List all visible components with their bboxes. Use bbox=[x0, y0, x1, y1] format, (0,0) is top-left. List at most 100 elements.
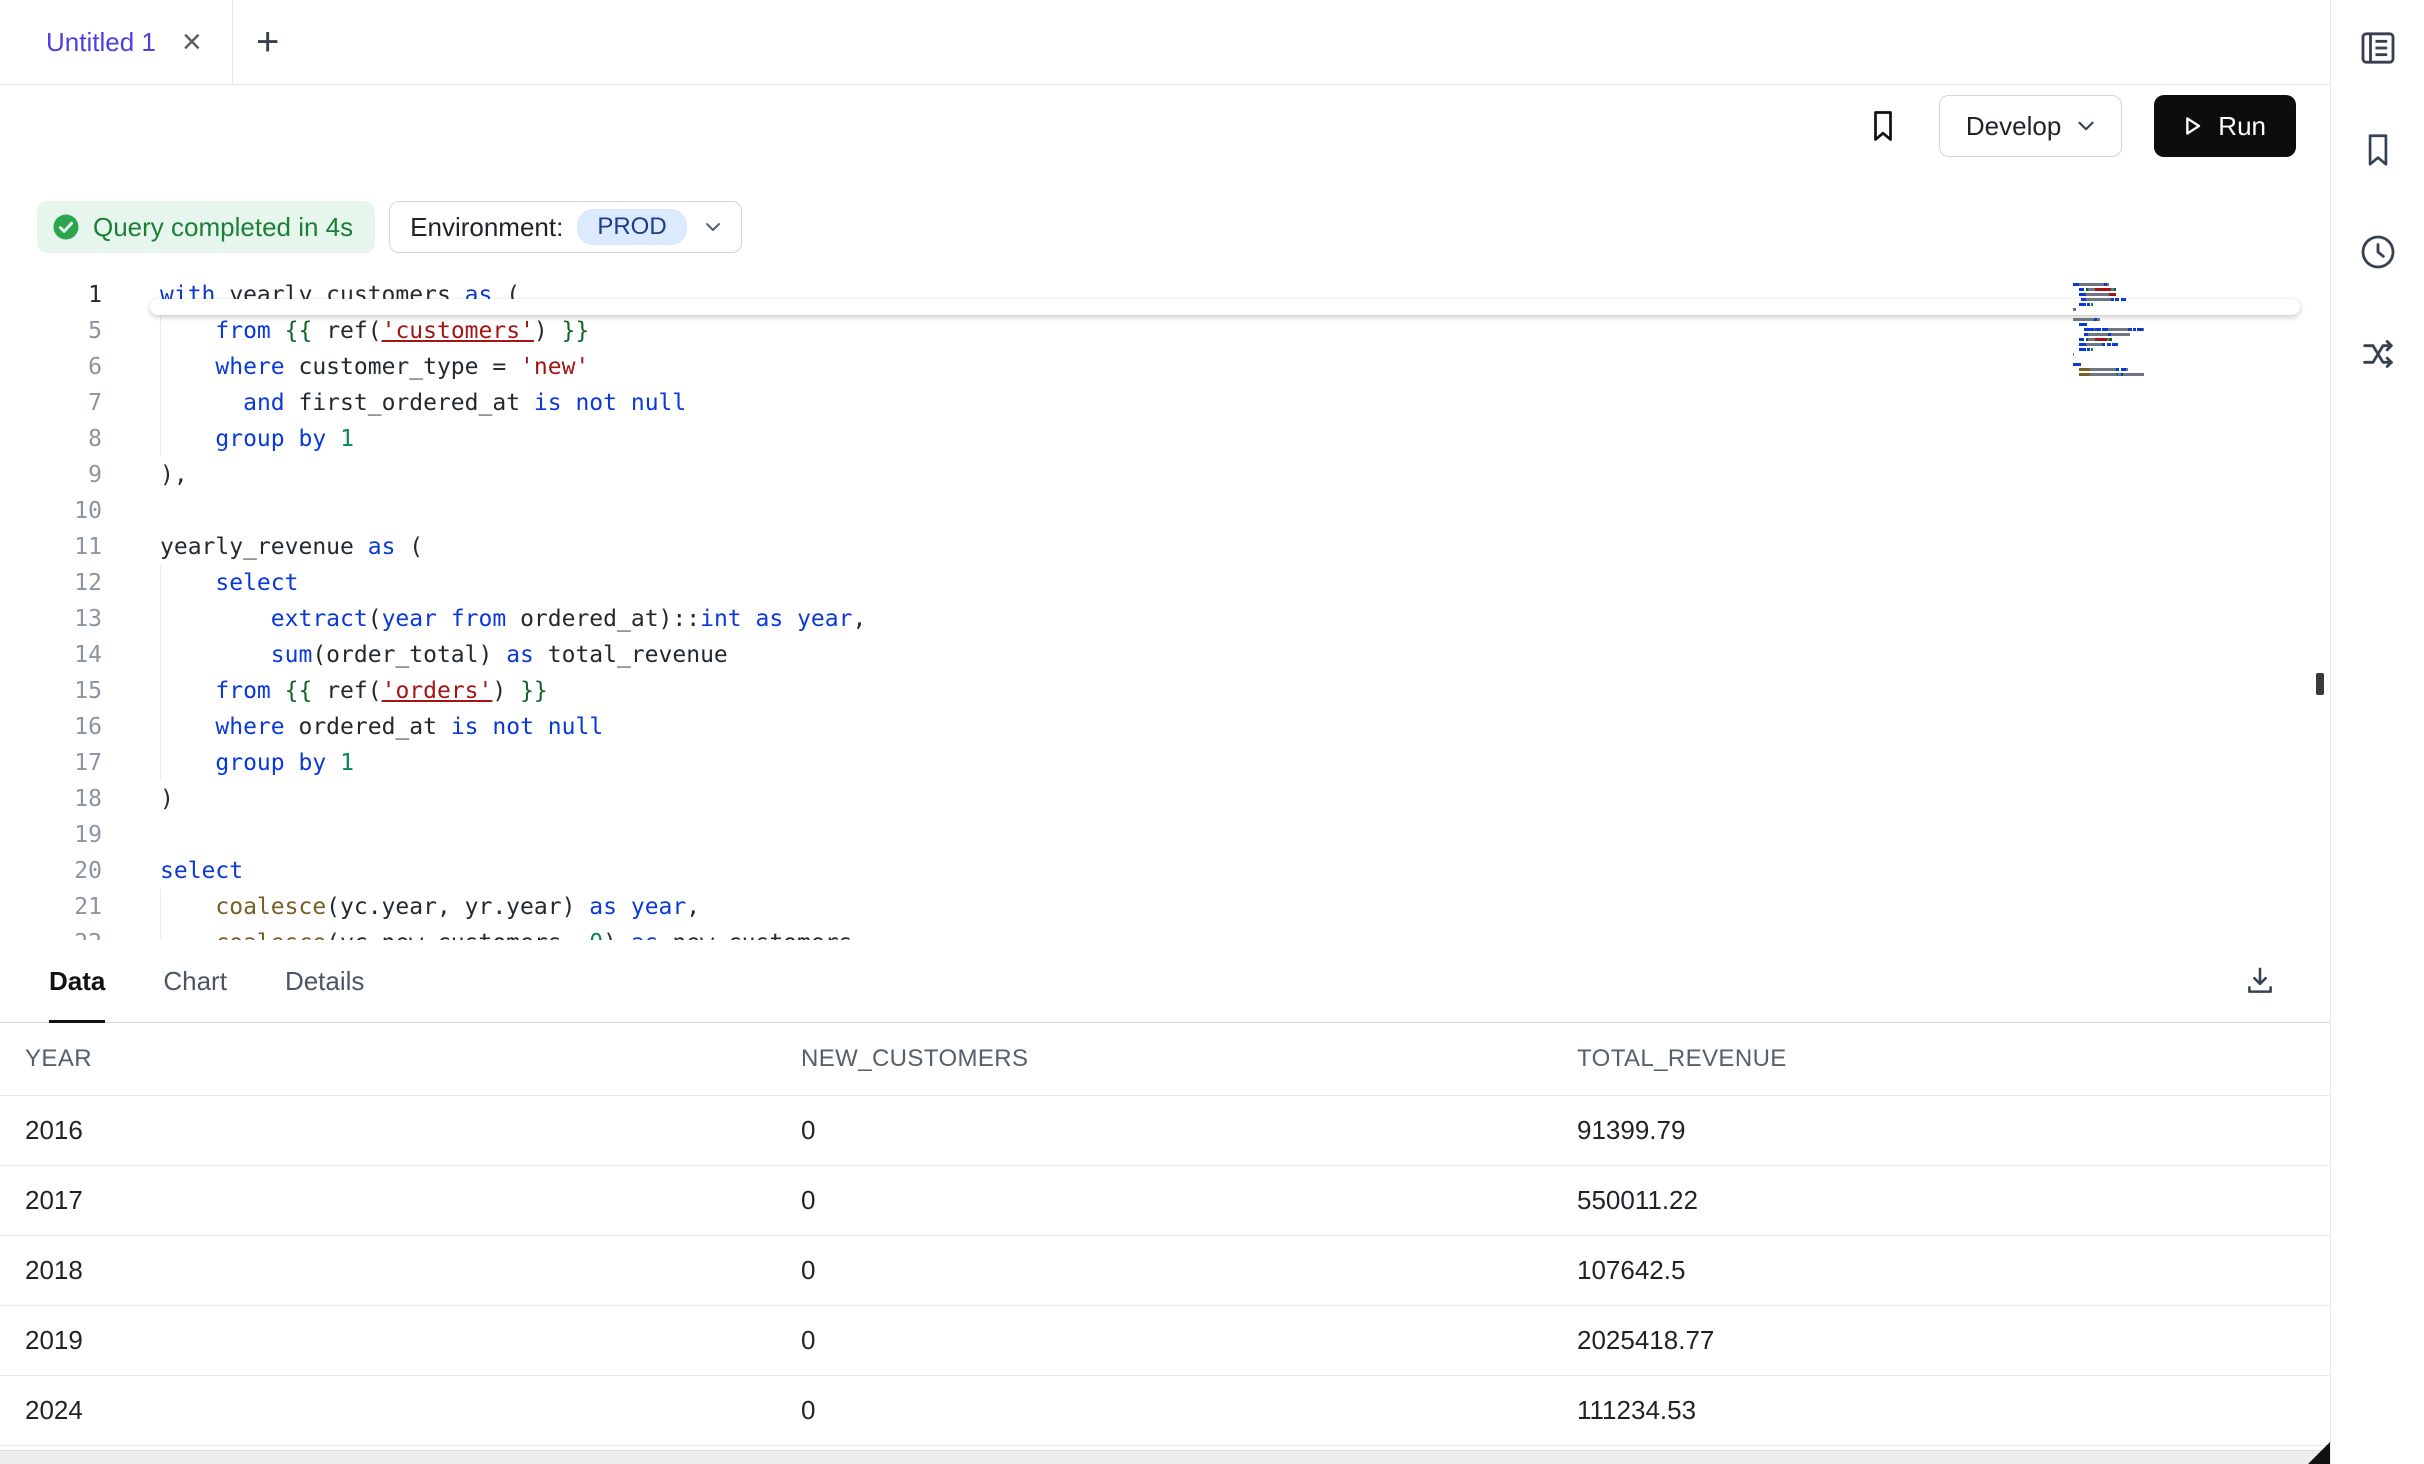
chevron-down-icon bbox=[701, 215, 725, 239]
column-header[interactable]: TOTAL_REVENUE bbox=[1577, 1045, 2330, 1073]
code-text: select bbox=[160, 565, 298, 601]
code-line[interactable]: 6 where customer_type = 'new' bbox=[0, 349, 2330, 385]
environment-value-badge: PROD bbox=[577, 209, 686, 245]
file-outline-button[interactable] bbox=[2356, 26, 2400, 70]
run-label: Run bbox=[2218, 111, 2266, 142]
line-number: 16 bbox=[0, 709, 102, 745]
result-tabs: Data Chart Details bbox=[0, 940, 2330, 1023]
results-panel: Data Chart Details YEARNEW_CUSTOMERSTOTAL_… bbox=[0, 940, 2330, 1464]
code-line[interactable]: 7 and first_ordered_at is not null bbox=[0, 385, 2330, 421]
code-line[interactable]: 9), bbox=[0, 457, 2330, 493]
code-line[interactable]: 8 group by 1 bbox=[0, 421, 2330, 457]
tab-chart[interactable]: Chart bbox=[163, 940, 227, 1022]
line-number: 15 bbox=[0, 673, 102, 709]
table-cell: 0 bbox=[801, 1325, 1577, 1356]
right-sidebar bbox=[2330, 0, 2424, 1464]
tab-data[interactable]: Data bbox=[49, 940, 105, 1022]
line-number: 20 bbox=[0, 853, 102, 889]
table-row[interactable]: 20240111234.53 bbox=[0, 1376, 2330, 1446]
code-text: coalesce(yc.new_customers, 0) as new_cus… bbox=[160, 925, 866, 941]
play-icon bbox=[2178, 112, 2206, 140]
editor-scrollbar-thumb[interactable] bbox=[2316, 673, 2324, 695]
table-row[interactable]: 2016091399.79 bbox=[0, 1096, 2330, 1166]
code-line[interactable]: 11yearly_revenue as ( bbox=[0, 529, 2330, 565]
run-button[interactable]: Run bbox=[2154, 95, 2296, 157]
close-icon[interactable]: × bbox=[182, 25, 202, 59]
code-text: extract(year from ordered_at)::int as ye… bbox=[160, 601, 866, 637]
table-cell: 2016 bbox=[25, 1115, 801, 1146]
download-results-button[interactable] bbox=[2236, 957, 2284, 1005]
resize-handle[interactable] bbox=[2308, 1442, 2330, 1464]
results-table-body: 2016091399.7920170550011.2220180107642.5… bbox=[0, 1096, 2330, 1446]
code-line[interactable]: 15 from {{ ref('orders') }} bbox=[0, 673, 2330, 709]
table-row[interactable]: 20180107642.5 bbox=[0, 1236, 2330, 1306]
line-number: 12 bbox=[0, 565, 102, 601]
line-number: 17 bbox=[0, 745, 102, 781]
line-number: 10 bbox=[0, 493, 102, 529]
code-line[interactable]: 18) bbox=[0, 781, 2330, 817]
download-icon bbox=[2243, 964, 2277, 998]
code-line[interactable]: 21 coalesce(yc.year, yr.year) as year, bbox=[0, 889, 2330, 925]
table-cell: 0 bbox=[801, 1255, 1577, 1286]
develop-dropdown[interactable]: Develop bbox=[1939, 95, 2122, 157]
table-cell: 0 bbox=[801, 1395, 1577, 1426]
code-text: ), bbox=[160, 457, 188, 493]
plus-icon: + bbox=[256, 20, 279, 65]
environment-label: Environment: bbox=[410, 212, 563, 243]
code-line[interactable]: 5 from {{ ref('customers') }} bbox=[0, 313, 2330, 349]
code-text: from {{ ref('customers') }} bbox=[160, 313, 589, 349]
editor-scrollbar-horizontal[interactable] bbox=[150, 299, 2300, 315]
line-number: 19 bbox=[0, 817, 102, 853]
sql-editor[interactable]: 1with yearly_customers as (5 from {{ ref… bbox=[0, 273, 2330, 941]
code-line[interactable]: 22 coalesce(yc.new_customers, 0) as new_… bbox=[0, 925, 2330, 941]
minimap[interactable] bbox=[2067, 279, 2183, 382]
tab-untitled-1[interactable]: Untitled 1 × bbox=[0, 0, 233, 84]
column-header[interactable]: NEW_CUSTOMERS bbox=[801, 1045, 1577, 1073]
table-cell: 550011.22 bbox=[1577, 1185, 2330, 1216]
tab-title: Untitled 1 bbox=[46, 27, 156, 58]
code-line[interactable]: 20 select bbox=[0, 853, 2330, 889]
bookmark-icon bbox=[2359, 131, 2397, 169]
line-number: 14 bbox=[0, 637, 102, 673]
code-text: sum(order_total) as total_revenue bbox=[160, 637, 728, 673]
history-button[interactable] bbox=[2356, 230, 2400, 274]
new-tab-button[interactable]: + bbox=[233, 0, 303, 84]
history-clock-icon bbox=[2358, 232, 2398, 272]
line-number: 21 bbox=[0, 889, 102, 925]
line-number: 9 bbox=[0, 457, 102, 493]
code-line[interactable]: 10 bbox=[0, 493, 2330, 529]
table-row[interactable]: 201902025418.77 bbox=[0, 1306, 2330, 1376]
code-text: coalesce(yc.year, yr.year) as year, bbox=[160, 889, 700, 925]
code-line[interactable]: 12 select bbox=[0, 565, 2330, 601]
line-number: 22 bbox=[0, 925, 102, 941]
results-table-header: YEARNEW_CUSTOMERSTOTAL_REVENUE bbox=[0, 1023, 2330, 1096]
table-row[interactable]: 20170550011.22 bbox=[0, 1166, 2330, 1236]
code-text: group by 1 bbox=[160, 745, 354, 781]
code-text: ) bbox=[160, 781, 174, 817]
code-line[interactable]: 16 where ordered_at is not null bbox=[0, 709, 2330, 745]
bookmarks-button[interactable] bbox=[2356, 128, 2400, 172]
bookmark-button[interactable] bbox=[1859, 102, 1907, 150]
line-number: 11 bbox=[0, 529, 102, 565]
bookmark-icon bbox=[1865, 108, 1901, 144]
status-row: Query completed in 4s Environment: PROD bbox=[0, 201, 2330, 253]
table-cell: 2017 bbox=[25, 1185, 801, 1216]
results-scrollbar-horizontal[interactable] bbox=[0, 1450, 2330, 1464]
column-header[interactable]: YEAR bbox=[25, 1045, 801, 1073]
code-text: and first_ordered_at is not null bbox=[160, 385, 686, 421]
tab-details[interactable]: Details bbox=[285, 940, 364, 1022]
line-number: 8 bbox=[0, 421, 102, 457]
code-line[interactable]: 17 group by 1 bbox=[0, 745, 2330, 781]
code-line[interactable]: 14 sum(order_total) as total_revenue bbox=[0, 637, 2330, 673]
lineage-button[interactable] bbox=[2356, 332, 2400, 376]
code-text: group by 1 bbox=[160, 421, 354, 457]
code-line[interactable]: 13 extract(year from ordered_at)::int as… bbox=[0, 601, 2330, 637]
environment-selector[interactable]: Environment: PROD bbox=[389, 201, 742, 253]
code-text: where ordered_at is not null bbox=[160, 709, 603, 745]
code-text: where customer_type = 'new' bbox=[160, 349, 589, 385]
code-line[interactable]: 19 bbox=[0, 817, 2330, 853]
file-outline-icon bbox=[2358, 28, 2398, 68]
query-status-badge: Query completed in 4s bbox=[37, 201, 375, 253]
editor-tab-bar: Untitled 1 × + bbox=[0, 0, 2330, 85]
code-text: select bbox=[160, 853, 243, 889]
